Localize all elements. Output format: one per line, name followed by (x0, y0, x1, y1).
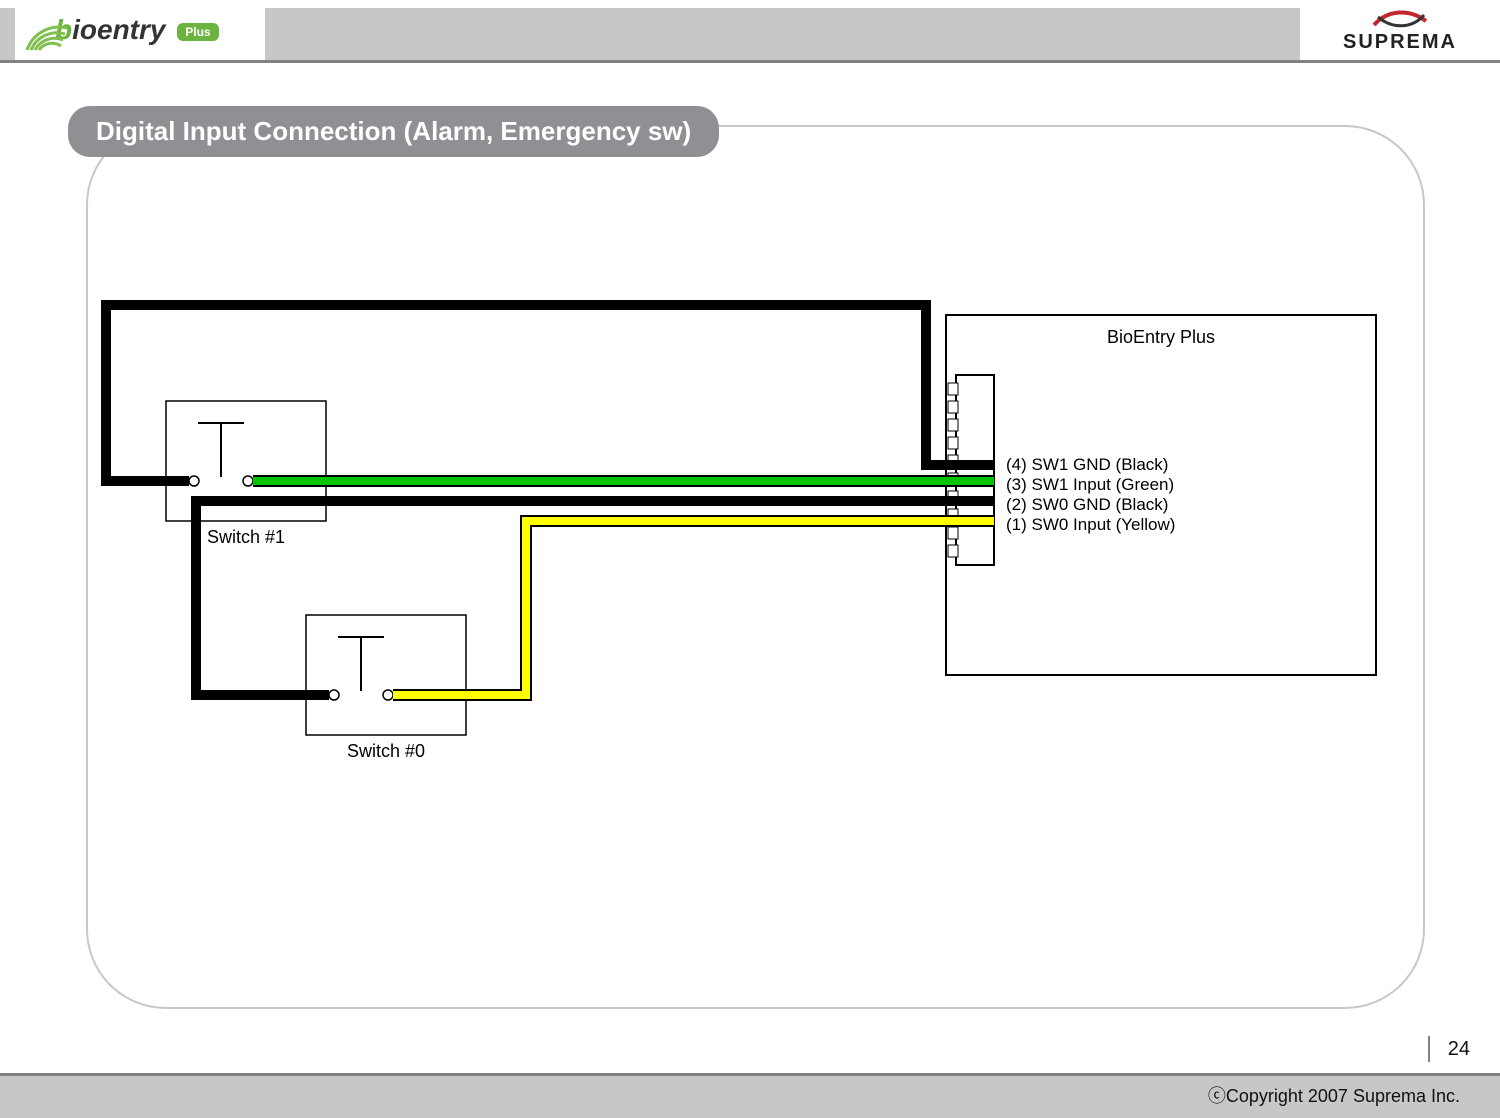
copyright-text: ⓒCopyright 2007 Suprema Inc. (1208, 1082, 1460, 1108)
switch1-label: Switch #1 (207, 527, 285, 547)
fingerprint-icon (21, 4, 73, 56)
switch0-label: Switch #0 (347, 741, 425, 761)
pin1-label: (1) SW0 Input (Yellow) (1006, 515, 1175, 534)
page-number: 24 (1428, 1036, 1470, 1062)
logo-suprema: SUPREMA (1300, 0, 1500, 60)
logo-plus-pill: Plus (177, 23, 218, 41)
logo-bioentry-text: bioentry Plus (55, 14, 219, 46)
pin4-label: (4) SW1 GND (Black) (1006, 455, 1168, 474)
page-title: Digital Input Connection (Alarm, Emergen… (68, 106, 719, 157)
device-label: BioEntry Plus (1107, 327, 1215, 347)
suprema-swoosh-icon (1370, 7, 1430, 31)
logo-bioentry: bioentry Plus (15, 0, 265, 60)
pin2-label: (2) SW0 GND (Black) (1006, 495, 1168, 514)
wire-sw0-input (393, 521, 994, 695)
header-rule (0, 60, 1500, 63)
switch1-box: Switch #1 (166, 401, 326, 547)
wiring-diagram: BioEntry Plus (4) SW1 GND (Black) (3) SW… (86, 125, 1421, 1005)
logo-suprema-text: SUPREMA (1343, 31, 1457, 54)
pin3-label: (3) SW1 Input (Green) (1006, 475, 1174, 494)
switch0-box: Switch #0 (306, 615, 466, 761)
